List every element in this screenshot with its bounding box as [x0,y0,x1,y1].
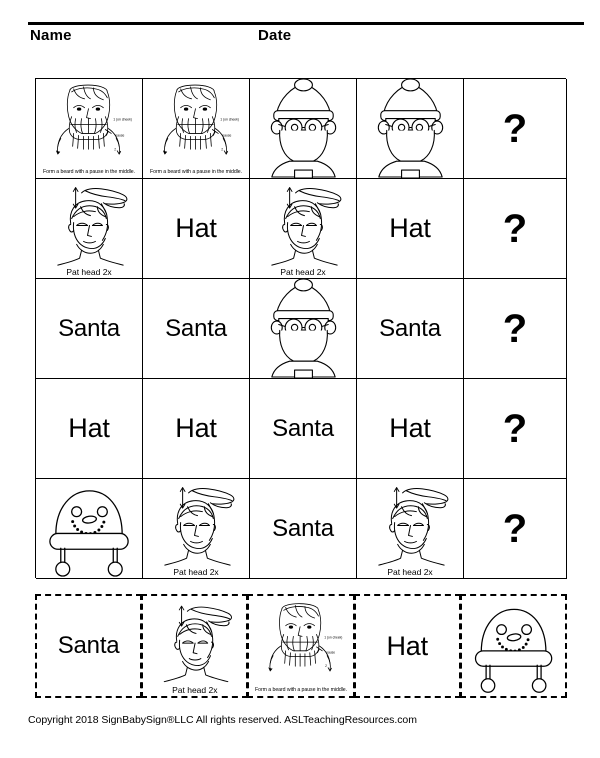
santa-sign-icon: 1 (on cheek) pause 2 [143,79,249,178]
svg-text:2: 2 [326,664,328,668]
santa-face-icon [357,79,463,178]
question-mark: ? [502,406,528,451]
grid-cell-r3-c4[interactable]: Santa [357,279,464,379]
santa-face-icon [250,279,356,378]
cutout-card-5[interactable] [459,594,567,698]
grid-cell-r5-c2[interactable]: Pat head 2x [143,479,250,579]
question-mark: ? [502,206,528,251]
hat-sign-caption: Pat head 2x [387,566,433,577]
hat-sign-caption: Pat head 2x [173,566,219,577]
grid-cell-r1-c4[interactable] [357,79,464,179]
word-label: Hat [386,630,428,661]
hat-sign-icon [36,179,142,278]
word-label: Santa [272,414,334,442]
grid-cell-r3-c2[interactable]: Santa [143,279,250,379]
cutout-card-4[interactable]: Hat [353,594,461,698]
grid-cell-r5-c4[interactable]: Pat head 2x [357,479,464,579]
grid-cell-r2-c4[interactable]: Hat [357,179,464,279]
date-label: Date [258,27,292,44]
hat-picture-icon [462,596,565,696]
word-label: Hat [68,413,110,443]
grid-cell-r1-c2[interactable]: 1 (on cheek) pause 2 Form a beard with a… [143,79,250,179]
question-mark: ? [502,106,528,151]
santa-sign-icon: 1 (on cheek) pause 2 [36,79,142,178]
grid-cell-r3-c3[interactable] [250,279,357,379]
grid-cell-r3-c1[interactable]: Santa [36,279,143,379]
question-mark: ? [502,506,528,551]
grid-cell-r1-c3[interactable] [250,79,357,179]
svg-text:2: 2 [221,147,223,151]
grid-cell-r1-c5[interactable]: ? [464,79,567,179]
cutout-card-1[interactable]: Santa [35,594,143,698]
hat-sign-icon [250,179,356,278]
word-label: Santa [58,314,120,342]
word-label: Hat [389,213,431,243]
hat-sign-caption: Pat head 2x [280,266,326,277]
worksheet-page: Name Date 1 (on cheek) pause 2 Form a be… [0,0,600,758]
grid-cell-r4-c2[interactable]: Hat [143,379,250,479]
header-labels: Name Date [30,27,586,49]
santa-sign-caption: Form a beard with a pause in the middle. [149,168,242,175]
pattern-grid: 1 (on cheek) pause 2 Form a beard with a… [35,78,567,579]
santa-sign-icon: 1 (on cheek) pause 2 [249,596,352,696]
grid-cell-r2-c3[interactable]: Pat head 2x [250,179,357,279]
hat-picture-icon [36,479,142,578]
name-label: Name [30,27,72,44]
word-label: Santa [379,314,441,342]
word-label: Hat [389,413,431,443]
hat-sign-icon [357,479,463,578]
cutout-card-2[interactable]: Pat head 2x [141,594,249,698]
word-label: Hat [175,213,217,243]
hat-sign-caption: Pat head 2x [172,684,218,695]
word-label: Santa [272,514,334,542]
svg-text:1 (on cheek): 1 (on cheek) [220,118,239,122]
santa-sign-caption: Form a beard with a pause in the middle. [254,686,347,693]
grid-cell-r4-c3[interactable]: Santa [250,379,357,479]
grid-cell-r2-c2[interactable]: Hat [143,179,250,279]
cutout-strip: Santa Pat head 2x 1 (on cheek) pause 2 F… [35,594,567,698]
grid-cell-r5-c5[interactable]: ? [464,479,567,579]
svg-text:2: 2 [114,147,116,151]
grid-cell-r1-c1[interactable]: 1 (on cheek) pause 2 Form a beard with a… [36,79,143,179]
hat-sign-icon [143,479,249,578]
copyright-footer: Copyright 2018 SignBabySign®LLC All righ… [28,714,417,726]
grid-cell-r4-c1[interactable]: Hat [36,379,143,479]
svg-text:pause: pause [222,133,231,137]
grid-cell-r2-c5[interactable]: ? [464,179,567,279]
hat-sign-caption: Pat head 2x [66,266,112,277]
grid-cell-r5-c1[interactable] [36,479,143,579]
svg-text:pause: pause [115,133,124,137]
word-label: Hat [175,413,217,443]
hat-sign-icon [143,596,246,696]
grid-cell-r3-c5[interactable]: ? [464,279,567,379]
santa-sign-caption: Form a beard with a pause in the middle. [42,168,135,175]
grid-cell-r4-c5[interactable]: ? [464,379,567,479]
santa-face-icon [250,79,356,178]
cutout-card-3[interactable]: 1 (on cheek) pause 2 Form a beard with a… [247,594,355,698]
header-divider [28,22,584,25]
question-mark: ? [502,306,528,351]
word-label: Santa [57,632,120,659]
grid-cell-r2-c1[interactable]: Pat head 2x [36,179,143,279]
word-label: Santa [165,314,227,342]
svg-text:pause: pause [327,651,336,655]
grid-cell-r4-c4[interactable]: Hat [357,379,464,479]
svg-text:1 (on cheek): 1 (on cheek) [325,635,343,639]
grid-cell-r5-c3[interactable]: Santa [250,479,357,579]
svg-text:1 (on cheek): 1 (on cheek) [113,118,132,122]
